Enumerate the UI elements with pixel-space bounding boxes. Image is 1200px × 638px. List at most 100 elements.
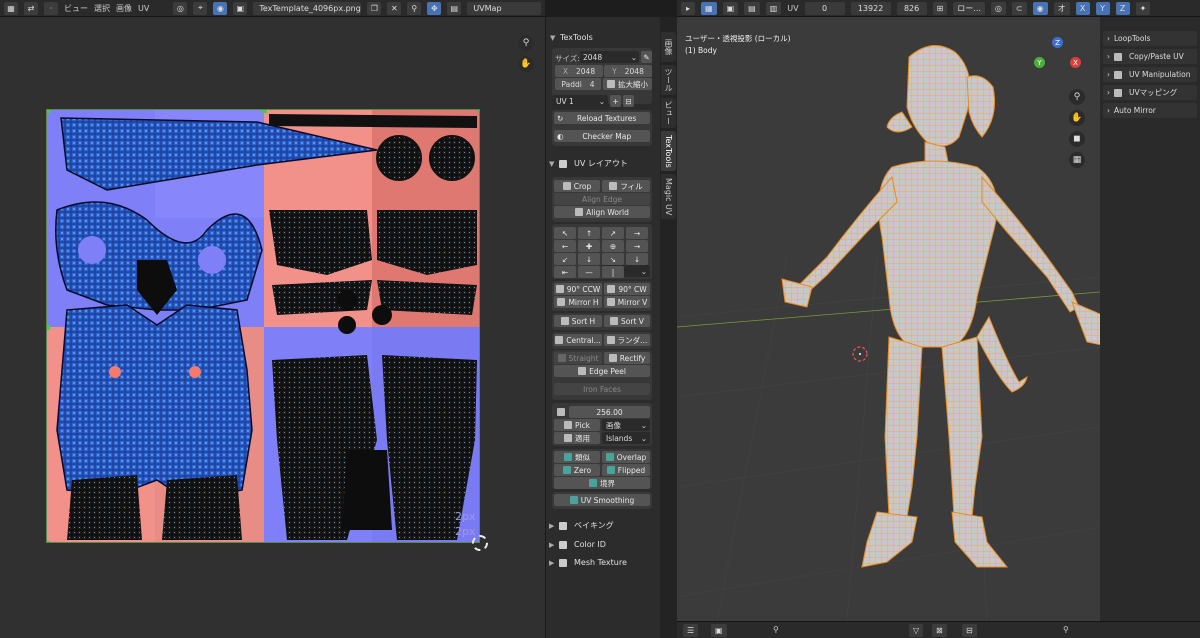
align-edge-button[interactable]: Align Edge bbox=[554, 193, 650, 205]
rotate-ccw-button[interactable]: 90° CCW bbox=[554, 283, 602, 295]
pivot-point-icon[interactable]: ◎ bbox=[990, 1, 1006, 15]
pin-icon[interactable]: ⚲ bbox=[407, 1, 422, 15]
addon-item[interactable]: › LoopTools bbox=[1103, 31, 1197, 46]
padding-field[interactable]: Paddi 4 bbox=[555, 78, 601, 90]
select-box-icon[interactable]: ▦ bbox=[701, 1, 717, 15]
apply-button[interactable]: 適用 bbox=[554, 432, 600, 444]
axis-z-toggle[interactable]: Z bbox=[1115, 1, 1130, 15]
texel-density-field[interactable]: 256.00 bbox=[569, 406, 650, 418]
axis-y-toggle[interactable]: Y bbox=[1095, 1, 1110, 15]
pick-button[interactable]: Pick bbox=[554, 419, 600, 431]
gizmo-x[interactable]: X bbox=[1070, 57, 1081, 68]
uv-layout-panel-header[interactable]: ▼ UV レイアウト bbox=[549, 156, 656, 171]
uv-channel-dropdown[interactable]: UV 1 ⌄ bbox=[552, 95, 608, 107]
pan-hand-icon[interactable]: ✋ bbox=[518, 56, 534, 72]
select-tool-icon[interactable]: ▸ bbox=[681, 1, 695, 15]
axis-x-toggle[interactable]: X bbox=[1075, 1, 1090, 15]
menu-image[interactable]: 画像 bbox=[116, 3, 132, 14]
uv-texture-image[interactable]: 2px 2px bbox=[46, 109, 480, 543]
similar-button[interactable]: 類似 bbox=[554, 451, 600, 463]
align-arrow-icon[interactable]: ⊕ bbox=[602, 240, 624, 252]
addon-item[interactable]: › UV Manipulation bbox=[1103, 67, 1197, 82]
3d-viewport[interactable]: ユーザー・透視投影 (ローカル) (1) Body Z X Y ⚲ ✋ ◼ ▦ bbox=[677, 17, 1100, 621]
sort-h-button[interactable]: Sort H bbox=[554, 315, 602, 327]
navigation-gizmo[interactable]: Z X Y bbox=[1032, 37, 1082, 87]
zoom-icon[interactable]: ⚲ bbox=[518, 35, 534, 51]
iron-faces-button[interactable]: Iron Faces bbox=[554, 383, 650, 395]
gizmo-z[interactable]: Z bbox=[1052, 37, 1063, 48]
editor-type-button[interactable]: ▦ bbox=[4, 1, 18, 15]
menu-view[interactable]: ビュー bbox=[64, 3, 88, 14]
menu-select[interactable]: 選択 bbox=[94, 3, 110, 14]
tab-view[interactable]: ビュー bbox=[661, 98, 676, 128]
gizmo-y[interactable]: Y bbox=[1034, 57, 1045, 68]
viewport-pan-icon[interactable]: ✋ bbox=[1069, 110, 1085, 126]
close-image-icon[interactable]: ✕ bbox=[387, 1, 402, 15]
straight-button[interactable]: Straight bbox=[554, 352, 602, 364]
grid-view-icon[interactable]: ▦ bbox=[1069, 152, 1085, 168]
align-arrow-icon[interactable]: ↘ bbox=[602, 253, 624, 265]
close-footer-icon[interactable]: ⊠ bbox=[932, 624, 947, 637]
eyedropper-icon[interactable]: ✎ bbox=[641, 51, 652, 63]
pivot-icon[interactable]: ◎ bbox=[173, 1, 188, 15]
proportional-icon[interactable]: ◉ bbox=[1032, 1, 1048, 15]
size-y-field[interactable]: Y 2048 bbox=[604, 65, 652, 77]
baking-panel-header[interactable]: ▶ ベイキング bbox=[549, 518, 656, 533]
tab-textools[interactable]: TexTools bbox=[661, 131, 676, 171]
align-arrow-icon[interactable]: ✚ bbox=[578, 240, 600, 252]
align-arrow-icon[interactable]: ↙ bbox=[554, 253, 576, 265]
footer-search-icon[interactable]: ⚲ bbox=[773, 625, 779, 634]
image-type-icon[interactable]: ▣ bbox=[711, 624, 727, 637]
align-arrow-icon[interactable]: → bbox=[626, 240, 648, 252]
select-subtract-icon[interactable]: ▤ bbox=[744, 1, 760, 15]
sync-selection-icon[interactable]: ⇄ bbox=[24, 1, 38, 15]
random-button[interactable]: ランダ... bbox=[604, 334, 650, 346]
overlay-dropdown[interactable]: オ bbox=[1053, 1, 1070, 15]
tab-magic-uv[interactable]: Magic UV bbox=[661, 174, 676, 219]
align-world-button[interactable]: Align World bbox=[554, 206, 650, 218]
textools-panel-header[interactable]: ▼ TexTools bbox=[550, 30, 657, 45]
scale-button[interactable]: 拡大縮小 bbox=[603, 78, 652, 90]
size-dropdown[interactable]: 2048 ⌄ bbox=[580, 51, 639, 63]
vertex-select-icon[interactable]: · bbox=[44, 1, 58, 15]
image-browse-icon[interactable]: ▣ bbox=[233, 1, 248, 15]
flipped-button[interactable]: Flipped bbox=[602, 464, 650, 476]
align-arrow-icon[interactable]: ⇤ bbox=[554, 266, 576, 278]
mirror-v-button[interactable]: Mirror V bbox=[604, 296, 650, 308]
shading-dropdown[interactable]: ロー... bbox=[953, 1, 985, 15]
menu-uv[interactable]: UV bbox=[138, 4, 149, 13]
select-extend-icon[interactable]: ▣ bbox=[722, 1, 739, 15]
align-arrow-icon[interactable]: ↗ bbox=[602, 227, 624, 239]
align-arrow-icon[interactable]: ↓ bbox=[578, 253, 600, 265]
align-arrow-icon[interactable]: | bbox=[602, 266, 624, 278]
addon-item[interactable]: › Auto Mirror bbox=[1103, 103, 1197, 118]
align-arrow-icon[interactable]: ↖ bbox=[554, 227, 576, 239]
border-button[interactable]: 境界 bbox=[554, 477, 650, 489]
reload-textures-button[interactable]: ↻ Reload Textures bbox=[554, 112, 650, 124]
rectify-button[interactable]: Rectify bbox=[604, 352, 650, 364]
align-arrow-icon[interactable]: ↑ bbox=[578, 227, 600, 239]
properties-type-icon[interactable]: ⊟ bbox=[962, 624, 977, 637]
filter-icon[interactable]: ▽ bbox=[909, 624, 924, 637]
properties-search-icon[interactable]: ⚲ bbox=[1063, 625, 1069, 634]
snap-icon[interactable]: ⌖ bbox=[193, 1, 208, 15]
uv-2d-cursor-icon[interactable] bbox=[472, 535, 488, 551]
pick-dropdown[interactable]: 画像 ⌄ bbox=[602, 419, 650, 431]
color-id-panel-header[interactable]: ▶ Color ID bbox=[549, 537, 656, 552]
align-arrow-icon[interactable]: ← bbox=[554, 240, 576, 252]
outliner-type-icon[interactable]: ☰ bbox=[683, 624, 699, 637]
uv-menu[interactable]: UV bbox=[787, 4, 798, 13]
remove-uv-icon[interactable]: ⊟ bbox=[623, 95, 634, 107]
uv-smoothing-button[interactable]: UV Smoothing bbox=[554, 494, 650, 506]
apply-dropdown[interactable]: Islands ⌄ bbox=[602, 432, 650, 444]
checker-map-button[interactable]: ◐ Checker Map bbox=[554, 130, 650, 142]
overlap-button[interactable]: Overlap bbox=[602, 451, 650, 463]
align-arrow-icon[interactable]: — bbox=[578, 266, 600, 278]
addon-item[interactable]: › Copy/Paste UV bbox=[1103, 49, 1197, 64]
new-image-icon[interactable]: ❐ bbox=[367, 1, 382, 15]
rotate-cw-button[interactable]: 90° CW bbox=[604, 283, 650, 295]
central-button[interactable]: Central... bbox=[554, 334, 602, 346]
sort-v-button[interactable]: Sort V bbox=[604, 315, 650, 327]
addon-item[interactable]: › UVマッピング bbox=[1103, 85, 1197, 100]
uvmap-field[interactable]: UVMap bbox=[467, 1, 541, 15]
